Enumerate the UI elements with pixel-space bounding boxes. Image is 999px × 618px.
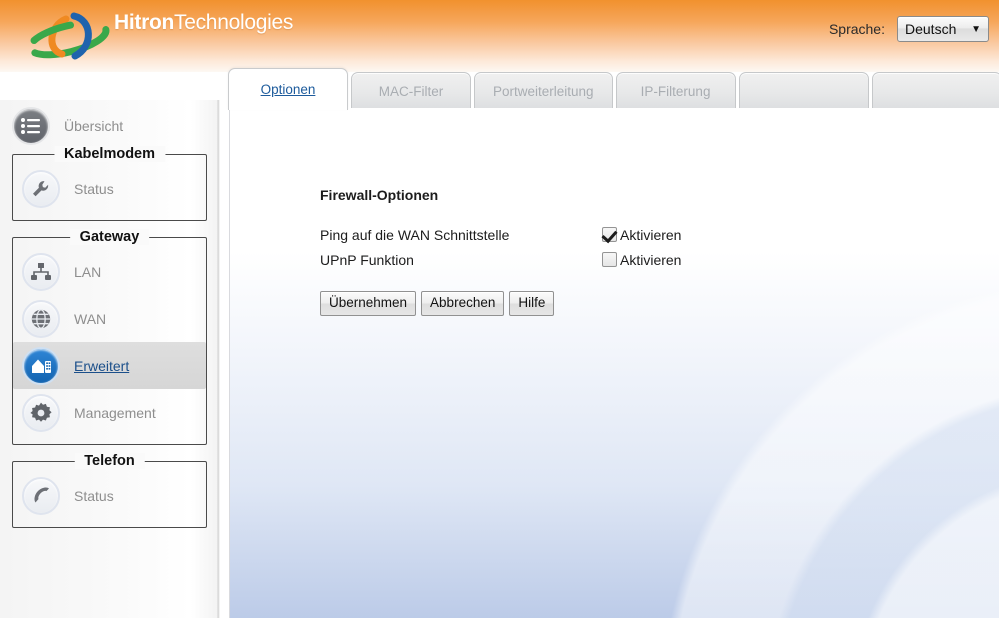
tab-label: Portweiterleitung bbox=[493, 84, 594, 99]
tab-bar: Optionen MAC-Filter Portweiterleitung IP… bbox=[228, 66, 999, 110]
sidebar-item-label: Status bbox=[74, 180, 114, 197]
apply-button[interactable]: Übernehmen bbox=[320, 291, 417, 316]
content-panel: Firewall-Optionen Ping auf die WAN Schni… bbox=[229, 108, 999, 618]
wrench-icon bbox=[22, 169, 60, 208]
gear-icon bbox=[22, 393, 60, 432]
sidebar-item-label: Management bbox=[74, 404, 156, 421]
checkbox-label: Aktivieren bbox=[620, 227, 682, 243]
sidebar-group-title: Gateway bbox=[69, 229, 150, 245]
sidebar-item-label: WAN bbox=[74, 310, 107, 327]
form-button-row: Übernehmen Abbrechen Hilfe bbox=[320, 291, 940, 316]
option-row-upnp: UPnP Funktion Aktivieren bbox=[320, 250, 940, 275]
brand-thin: Technologies bbox=[174, 11, 294, 34]
option-control: Aktivieren bbox=[602, 225, 681, 245]
tab-empty-2[interactable] bbox=[871, 72, 999, 110]
sidebar-item-erweitert[interactable]: Erweitert bbox=[13, 342, 206, 389]
tab-mac-filter[interactable]: MAC-Filter bbox=[351, 72, 471, 110]
sidebar-item-lan[interactable]: LAN bbox=[13, 248, 206, 295]
option-row-ping-wan: Ping auf die WAN Schnittstelle Aktiviere… bbox=[320, 225, 940, 250]
language-label: Sprache: bbox=[828, 21, 885, 37]
globe-icon bbox=[22, 299, 60, 338]
sidebar-item-uebersicht[interactable]: Übersicht bbox=[0, 100, 217, 152]
sidebar: Übersicht Kabelmodem Status Gateway LAN … bbox=[0, 100, 218, 618]
ping-wan-checkbox[interactable] bbox=[602, 227, 617, 242]
sidebar-item-wan[interactable]: WAN bbox=[13, 295, 206, 342]
cancel-button[interactable]: Abbrechen bbox=[421, 291, 505, 316]
tab-label: MAC-Filter bbox=[378, 84, 444, 99]
option-label: UPnP Funktion bbox=[320, 252, 414, 268]
upnp-checkbox[interactable] bbox=[602, 252, 617, 267]
sidebar-item-label: LAN bbox=[74, 263, 102, 280]
sidebar-group-gateway: Gateway LAN WAN Erweitert Management bbox=[12, 229, 207, 445]
language-value: Deutsch bbox=[905, 21, 957, 37]
checkbox-label: Aktivieren bbox=[620, 252, 682, 268]
sidebar-item-telefon-status[interactable]: Status bbox=[13, 472, 206, 519]
phone-handset-icon bbox=[22, 476, 60, 515]
page-title: Firewall-Optionen bbox=[320, 187, 439, 203]
sidebar-item-kabelmodem-status[interactable]: Status bbox=[13, 165, 206, 212]
hitron-swirl-logo bbox=[22, 6, 114, 66]
advanced-house-icon bbox=[22, 346, 60, 385]
tab-portweiterleitung[interactable]: Portweiterleitung bbox=[474, 72, 613, 110]
tab-ip-filterung[interactable]: IP-Filterung bbox=[615, 72, 736, 110]
page-header: HitronTechnologies Sprache: Deutsch ▼ bbox=[0, 0, 999, 72]
firewall-options-form: Firewall-Optionen Ping auf die WAN Schni… bbox=[320, 187, 940, 316]
sidebar-group-title: Kabelmodem bbox=[53, 146, 166, 162]
help-button[interactable]: Hilfe bbox=[509, 291, 555, 316]
option-control: Aktivieren bbox=[602, 250, 681, 270]
language-selector-wrap: Sprache: Deutsch ▼ bbox=[829, 16, 989, 42]
sidebar-group-telefon: Telefon Status bbox=[12, 453, 207, 528]
router-admin-page: HitronTechnologies Sprache: Deutsch ▼ Op… bbox=[0, 0, 999, 618]
network-nodes-icon bbox=[22, 252, 60, 291]
sidebar-item-management[interactable]: Management bbox=[13, 389, 206, 436]
sidebar-group-kabelmodem: Kabelmodem Status bbox=[12, 146, 207, 221]
tab-label: IP-Filterung bbox=[640, 84, 711, 99]
tab-label: Optionen bbox=[260, 82, 316, 97]
option-label: Ping auf die WAN Schnittstelle bbox=[320, 227, 510, 243]
sidebar-item-label: Erweitert bbox=[74, 357, 130, 374]
sidebar-group-title: Telefon bbox=[74, 453, 145, 469]
sidebar-item-label: Übersicht bbox=[64, 118, 124, 134]
sidebar-item-label: Status bbox=[74, 487, 114, 504]
list-lines-icon bbox=[12, 107, 50, 145]
tab-empty-1[interactable] bbox=[738, 72, 869, 110]
language-select[interactable]: Deutsch ▼ bbox=[897, 16, 989, 42]
chevron-down-icon: ▼ bbox=[971, 23, 981, 35]
brand-title: HitronTechnologies bbox=[114, 11, 293, 35]
sidebar-divider bbox=[218, 100, 220, 618]
brand-bold: Hitron bbox=[114, 11, 175, 34]
tab-optionen[interactable]: Optionen bbox=[228, 68, 348, 110]
